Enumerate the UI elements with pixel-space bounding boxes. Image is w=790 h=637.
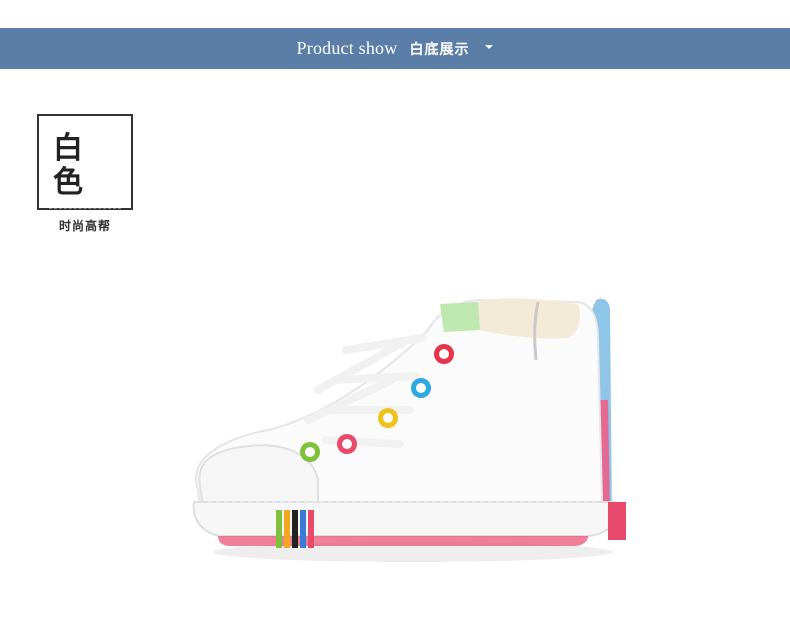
section-banner: Product show 白底展示 — [0, 28, 790, 69]
shoe-image — [192, 298, 626, 562]
sole-bottom — [218, 536, 588, 546]
label-divider — [49, 208, 121, 209]
sole-stripes — [276, 510, 314, 548]
heel-badge — [608, 502, 626, 540]
color-name: 白色 — [53, 131, 97, 200]
shoe-sole — [192, 501, 616, 537]
banner-title-cn: 白底展示 — [409, 41, 470, 58]
fur-lining — [478, 298, 580, 339]
style-name: 时尚高帮 — [58, 219, 111, 233]
caret-down-icon — [485, 44, 494, 49]
banner-title-en: Product show — [296, 38, 398, 58]
color-label-box: 白色 时尚高帮 — [37, 114, 133, 233]
tongue-logo — [440, 302, 480, 332]
